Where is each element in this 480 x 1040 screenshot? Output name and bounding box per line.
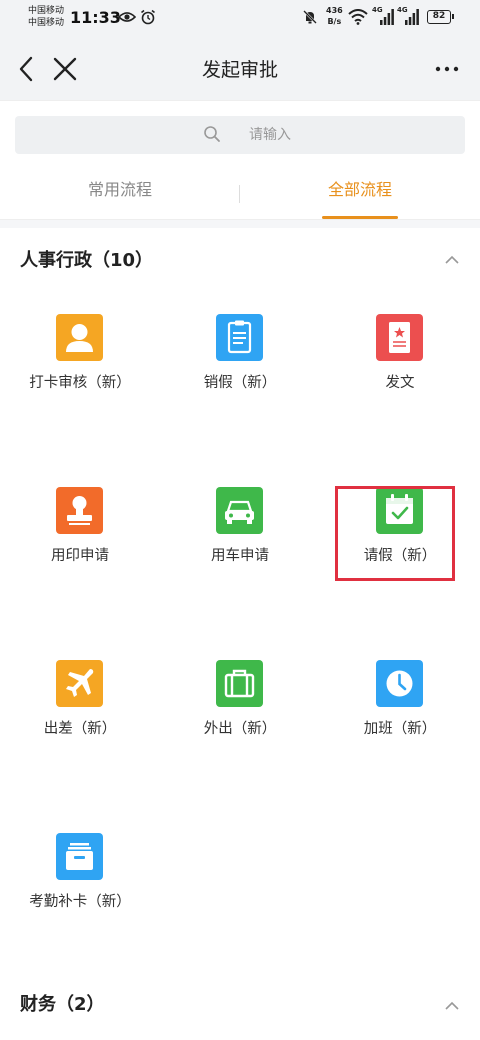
card-stack-icon — [56, 833, 103, 880]
section-hr-admin: 人事行政（10） 打卡审核（新） 销假（新） 发文 用印申请 用车申请 请假（新… — [0, 228, 480, 980]
clipboard-icon — [216, 314, 263, 361]
item-attendance-correction[interactable]: 考勤补卡（新） — [0, 833, 160, 953]
chevron-up-icon[interactable] — [444, 250, 460, 269]
item-label: 考勤补卡（新） — [29, 894, 131, 910]
airplane-icon — [56, 660, 103, 707]
search-area: 请输入 — [0, 100, 480, 168]
item-vehicle-application[interactable]: 用车申请 — [160, 487, 320, 607]
section-finance: 财务（2） — [0, 980, 480, 1040]
carrier-info: 中国移动 中国移动 — [28, 5, 64, 29]
item-label: 销假（新） — [203, 375, 277, 391]
alarm-icon — [140, 9, 156, 29]
item-label: 外出（新） — [203, 721, 277, 737]
carrier-2: 中国移动 — [28, 18, 65, 28]
person-icon — [56, 314, 103, 361]
wifi-icon — [348, 9, 368, 29]
section-gap — [0, 220, 480, 228]
item-overtime[interactable]: 加班（新） — [320, 660, 480, 780]
document-star-icon — [376, 314, 423, 361]
item-label: 发文 — [385, 375, 415, 391]
search-icon — [203, 125, 221, 147]
chevron-up-icon[interactable] — [444, 996, 460, 1015]
search-input[interactable]: 请输入 — [15, 116, 465, 154]
status-time: 11:33 — [70, 8, 121, 27]
more-dots-icon — [435, 66, 459, 72]
item-cancel-leave[interactable]: 销假（新） — [160, 314, 320, 434]
item-label: 用印申请 — [51, 548, 109, 564]
section-title-hr-admin[interactable]: 人事行政（10） — [20, 246, 153, 272]
tab-all-processes[interactable]: 全部流程 — [240, 168, 480, 220]
item-label: 出差（新） — [43, 721, 117, 737]
page-title: 发起审批 — [201, 59, 278, 81]
section-title-finance[interactable]: 财务（2） — [20, 990, 105, 1016]
network-speed: 436 B/s — [326, 5, 343, 27]
signal-1-icon — [380, 9, 394, 29]
briefcase-icon — [216, 660, 263, 707]
clock-icon — [376, 660, 423, 707]
eye-icon — [117, 9, 137, 28]
nav-bar: 发起审批 — [0, 36, 480, 100]
item-label: 加班（新） — [363, 721, 437, 737]
item-business-trip[interactable]: 出差（新） — [0, 660, 160, 780]
item-clock-in-review[interactable]: 打卡审核（新） — [0, 314, 160, 434]
item-issue-document[interactable]: 发文 — [320, 314, 480, 434]
active-tab-indicator — [322, 216, 398, 219]
signal-2-icon — [405, 9, 419, 29]
item-label: 请假（新） — [363, 548, 437, 564]
calendar-check-icon — [376, 487, 423, 534]
carrier-1: 中国移动 — [28, 6, 65, 16]
mute-bell-icon — [302, 9, 318, 29]
stamp-icon — [56, 487, 103, 534]
network-speed-value: 436 — [326, 6, 343, 15]
item-go-out[interactable]: 外出（新） — [160, 660, 320, 780]
car-icon — [216, 487, 263, 534]
process-tabs: 常用流程 全部流程 — [0, 168, 480, 220]
item-seal-application[interactable]: 用印申请 — [0, 487, 160, 607]
item-label: 打卡审核（新） — [29, 375, 131, 391]
item-request-leave[interactable]: 请假（新） — [320, 487, 480, 607]
more-button[interactable] — [432, 54, 462, 84]
tab-common-processes[interactable]: 常用流程 — [0, 168, 240, 220]
search-placeholder: 请输入 — [249, 127, 291, 143]
network-speed-unit: B/s — [327, 17, 342, 26]
status-bar: 中国移动 中国移动 11:33 436 B/s 4G 4G 82 — [0, 0, 480, 36]
item-label: 用车申请 — [211, 548, 269, 564]
battery-icon: 82 — [427, 10, 454, 24]
